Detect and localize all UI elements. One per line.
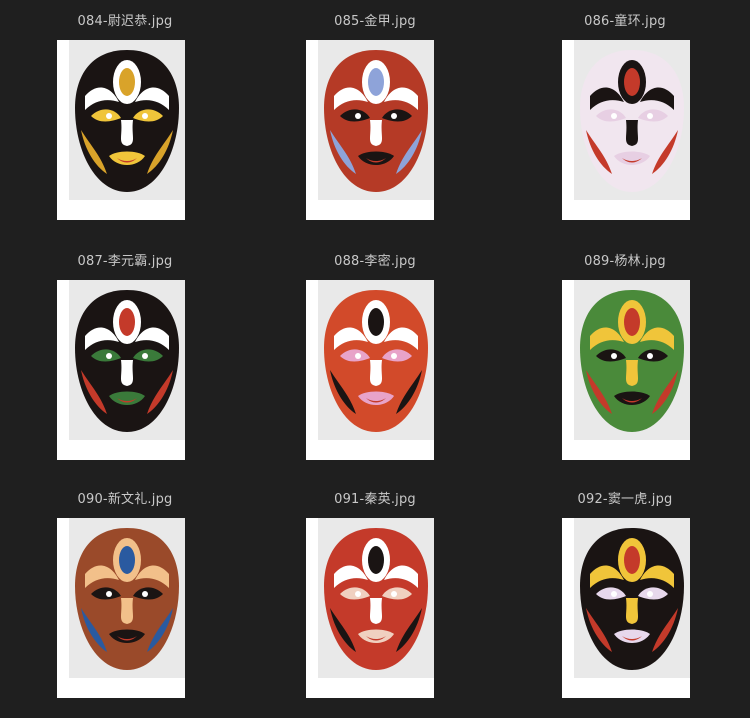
file-tile[interactable]: 084-尉迟恭.jpg bbox=[5, 0, 245, 235]
file-name-label: 088-李密.jpg bbox=[334, 254, 416, 269]
file-thumbnail[interactable] bbox=[562, 518, 690, 698]
opera-mask-image bbox=[324, 50, 428, 192]
opera-mask-image bbox=[580, 528, 684, 670]
file-name-label: 085-金甲.jpg bbox=[334, 14, 416, 29]
file-tile[interactable]: 089-杨林.jpg bbox=[505, 240, 745, 475]
opera-mask-image bbox=[75, 528, 179, 670]
opera-mask-image bbox=[324, 290, 428, 432]
file-tile[interactable]: 092-窦一虎.jpg bbox=[505, 478, 745, 713]
file-tile[interactable]: 087-李元霸.jpg bbox=[5, 240, 245, 475]
file-thumbnail[interactable] bbox=[57, 40, 185, 220]
file-thumbnail[interactable] bbox=[306, 280, 434, 460]
file-name-label: 091-秦英.jpg bbox=[334, 492, 416, 507]
opera-mask-image bbox=[75, 50, 179, 192]
file-name-label: 087-李元霸.jpg bbox=[77, 254, 173, 269]
opera-mask-image bbox=[580, 50, 684, 192]
file-name-label: 089-杨林.jpg bbox=[584, 254, 666, 269]
file-thumbnail[interactable] bbox=[562, 280, 690, 460]
file-tile[interactable]: 086-童环.jpg bbox=[505, 0, 745, 235]
file-name-label: 084-尉迟恭.jpg bbox=[77, 14, 173, 29]
file-tile[interactable]: 088-李密.jpg bbox=[255, 240, 495, 475]
file-thumbnail[interactable] bbox=[57, 280, 185, 460]
opera-mask-image bbox=[324, 528, 428, 670]
file-name-label: 086-童环.jpg bbox=[584, 14, 666, 29]
file-name-label: 092-窦一虎.jpg bbox=[577, 492, 673, 507]
file-thumbnail[interactable] bbox=[562, 40, 690, 220]
opera-mask-image bbox=[580, 290, 684, 432]
file-thumbnail[interactable] bbox=[57, 518, 185, 698]
opera-mask-image bbox=[75, 290, 179, 432]
file-tile[interactable]: 090-新文礼.jpg bbox=[5, 478, 245, 713]
file-tile[interactable]: 085-金甲.jpg bbox=[255, 0, 495, 235]
file-tile[interactable]: 091-秦英.jpg bbox=[255, 478, 495, 713]
file-grid: 084-尉迟恭.jpg 085-金甲.jpg 086-童环.jpg 087-李元霸.j… bbox=[0, 0, 750, 718]
file-name-label: 090-新文礼.jpg bbox=[77, 492, 173, 507]
file-thumbnail[interactable] bbox=[306, 518, 434, 698]
file-thumbnail[interactable] bbox=[306, 40, 434, 220]
